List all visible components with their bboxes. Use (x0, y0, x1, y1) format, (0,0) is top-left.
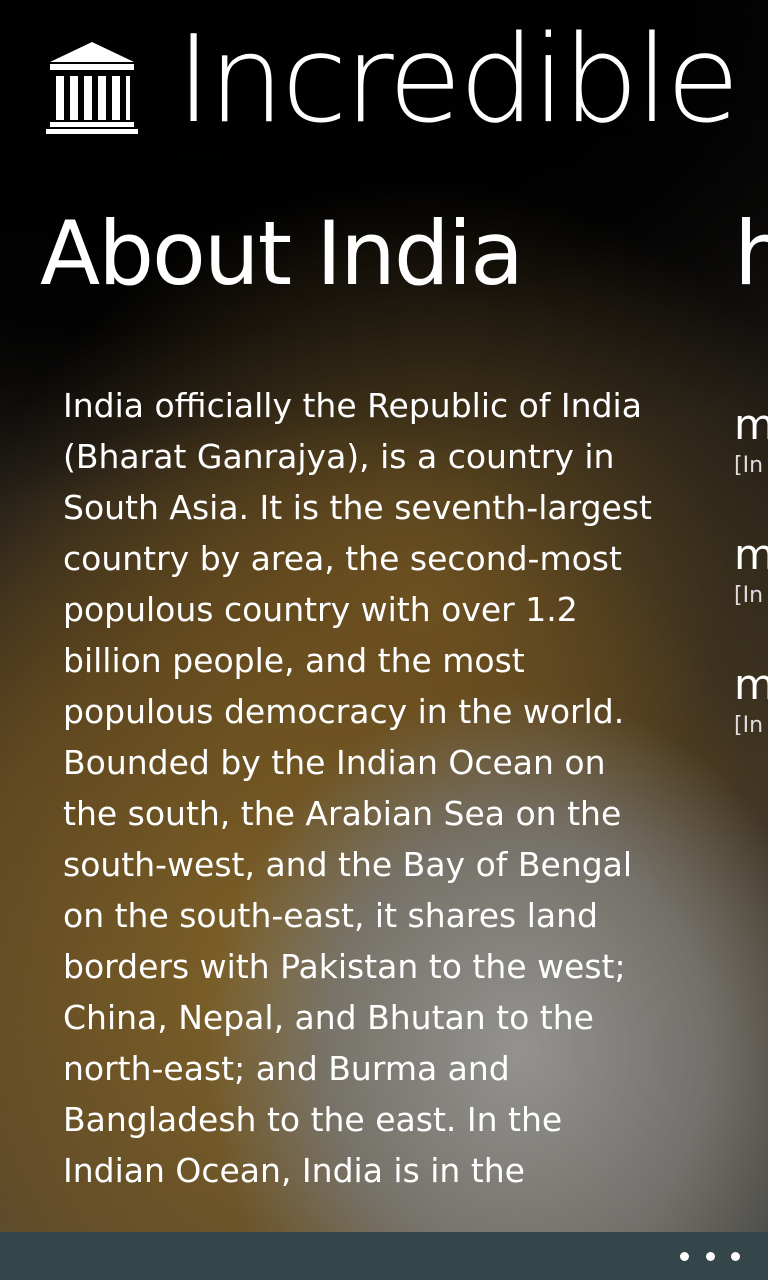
list-item[interactable]: m [In (734, 658, 768, 788)
temple-building-icon (46, 40, 138, 134)
app-bar (0, 1232, 768, 1280)
panorama-page: Incredible About India h India officiall… (0, 0, 768, 1280)
dot (705, 1251, 715, 1261)
list-item-title: m (734, 530, 768, 579)
dot (680, 1251, 689, 1261)
list-item-title: m (734, 660, 768, 709)
list-item-subtitle: [In (734, 453, 764, 478)
ellipsis-icon[interactable] (680, 1244, 740, 1268)
next-section-title-peek[interactable]: h (734, 194, 768, 314)
list-item[interactable]: m [In (734, 398, 768, 528)
list-item[interactable]: m [In (734, 528, 768, 658)
section-title-about: About India (40, 202, 524, 305)
dot (731, 1251, 740, 1261)
next-section-list: m [In m [In m [In (734, 398, 768, 788)
about-india-text: India officially the Republic of India (… (63, 386, 652, 1190)
list-item-subtitle: [In (734, 713, 764, 738)
list-item-subtitle: [In (734, 583, 764, 608)
list-item-title: m (734, 400, 768, 449)
app-title: Incredible (176, 11, 740, 150)
